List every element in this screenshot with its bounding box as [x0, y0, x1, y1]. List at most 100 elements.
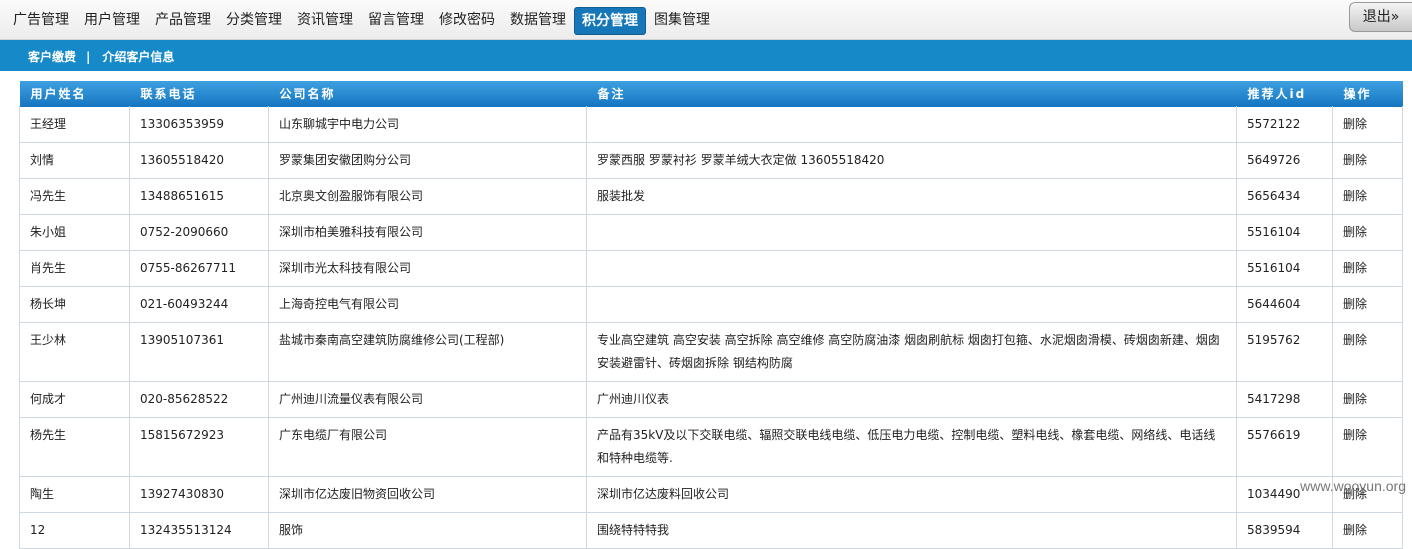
nav-item-change-password[interactable]: 修改密码	[432, 7, 502, 33]
cell-phone: 0755-86267711	[129, 250, 269, 287]
table-row: 杨长坤 021-60493244 上海奇控电气有限公司 5644604 删除	[19, 286, 1403, 323]
cell-note: 广州迪川仪表	[586, 381, 1237, 418]
cell-name: 肖先生	[19, 250, 130, 287]
cell-note: 产品有35kV及以下交联电缆、辐照交联电线电缆、低压电力电缆、控制电缆、塑料电线…	[586, 417, 1237, 477]
delete-link[interactable]: 删除	[1343, 117, 1367, 131]
delete-link[interactable]: 删除	[1343, 392, 1367, 406]
cell-note	[586, 214, 1237, 251]
delete-link[interactable]: 删除	[1343, 297, 1367, 311]
cell-name: 王少林	[19, 322, 130, 382]
nav-item-ads[interactable]: 广告管理	[6, 7, 76, 33]
cell-referrer: 5195762	[1236, 322, 1333, 382]
delete-link[interactable]: 删除	[1343, 189, 1367, 203]
delete-link[interactable]: 删除	[1343, 225, 1367, 239]
table-row: 朱小姐 0752-2090660 深圳市柏美雅科技有限公司 5516104 删除	[19, 214, 1403, 251]
nav-item-gallery[interactable]: 图集管理	[647, 7, 717, 33]
cell-note: 罗蒙西服 罗蒙衬衫 罗蒙羊绒大衣定做 13605518420	[586, 142, 1237, 179]
cell-referrer: 5576619	[1236, 417, 1333, 477]
table-row: 王经理 13306353959 山东聊城宇中电力公司 5572122 删除	[19, 106, 1403, 143]
cell-company: 北京奥文创盈服饰有限公司	[268, 178, 587, 215]
cell-note	[586, 250, 1237, 287]
cell-phone: 021-60493244	[129, 286, 269, 323]
cell-company: 深圳市光太科技有限公司	[268, 250, 587, 287]
cell-referrer: 5839594	[1236, 512, 1333, 549]
cell-action: 删除	[1332, 417, 1403, 477]
delete-link[interactable]: 删除	[1343, 523, 1367, 537]
cell-company: 罗蒙集团安徽团购分公司	[268, 142, 587, 179]
col-header-referrer: 推荐人id	[1236, 81, 1333, 107]
cell-name: 12	[19, 512, 130, 549]
logout-button[interactable]: 退出»	[1349, 2, 1412, 32]
nav-item-categories[interactable]: 分类管理	[219, 7, 289, 33]
cell-note	[586, 106, 1237, 143]
cell-referrer: 5572122	[1236, 106, 1333, 143]
cell-note: 服装批发	[586, 178, 1237, 215]
referral-customer-info-link[interactable]: 介绍客户信息	[102, 48, 174, 65]
cell-company: 广东电缆厂有限公司	[268, 417, 587, 477]
table-header-row: 用户姓名 联系电话 公司名称 备注 推荐人id 操作	[19, 81, 1403, 107]
cell-referrer: 5656434	[1236, 178, 1333, 215]
cell-action: 删除	[1332, 250, 1403, 287]
cell-name: 朱小姐	[19, 214, 130, 251]
main-nav: 广告管理 用户管理 产品管理 分类管理 资讯管理 留言管理 修改密码 数据管理 …	[6, 7, 718, 35]
cell-note: 围绕特特特我	[586, 512, 1237, 549]
col-header-phone: 联系电话	[129, 81, 269, 107]
col-header-company: 公司名称	[268, 81, 587, 107]
cell-note: 专业高空建筑 高空安装 高空拆除 高空维修 高空防腐油漆 烟囱刷航标 烟囱打包箍…	[586, 322, 1237, 382]
nav-item-users[interactable]: 用户管理	[77, 7, 147, 33]
table-row: 何成才 020-85628522 广州迪川流量仪表有限公司 广州迪川仪表 541…	[19, 381, 1403, 418]
cell-name: 何成才	[19, 381, 130, 418]
cell-action: 删除	[1332, 286, 1403, 323]
cell-action: 删除	[1332, 106, 1403, 143]
cell-action: 删除	[1332, 178, 1403, 215]
cell-company: 上海奇控电气有限公司	[268, 286, 587, 323]
customer-table: 用户姓名 联系电话 公司名称 备注 推荐人id 操作 王经理 133063539…	[19, 81, 1403, 549]
cell-phone: 0752-2090660	[129, 214, 269, 251]
cell-phone: 13488651615	[129, 178, 269, 215]
cell-company: 山东聊城宇中电力公司	[268, 106, 587, 143]
cell-phone: 13905107361	[129, 322, 269, 382]
cell-name: 杨先生	[19, 417, 130, 477]
top-nav-bar: 广告管理 用户管理 产品管理 分类管理 资讯管理 留言管理 修改密码 数据管理 …	[0, 0, 1412, 40]
cell-phone: 020-85628522	[129, 381, 269, 418]
sub-nav-bar: 客户缴费 | 介绍客户信息	[0, 40, 1412, 71]
table-row: 冯先生 13488651615 北京奥文创盈服饰有限公司 服装批发 565643…	[19, 178, 1403, 215]
customer-payment-link[interactable]: 客户缴费	[28, 48, 76, 65]
cell-company: 服饰	[268, 512, 587, 549]
table-row: 12 132435513124 服饰 围绕特特特我 5839594 删除	[19, 512, 1403, 549]
cell-name: 刘情	[19, 142, 130, 179]
cell-referrer: 5649726	[1236, 142, 1333, 179]
nav-item-messages[interactable]: 留言管理	[361, 7, 431, 33]
cell-name: 杨长坤	[19, 286, 130, 323]
table-row: 杨先生 15815672923 广东电缆厂有限公司 产品有35kV及以下交联电缆…	[19, 417, 1403, 477]
cell-name: 陶生	[19, 476, 130, 513]
watermark-text: www.wooyun.org	[1300, 478, 1406, 494]
delete-link[interactable]: 删除	[1343, 261, 1367, 275]
cell-phone: 15815672923	[129, 417, 269, 477]
cell-action: 删除	[1332, 214, 1403, 251]
nav-item-points[interactable]: 积分管理	[574, 7, 646, 35]
cell-company: 深圳市柏美雅科技有限公司	[268, 214, 587, 251]
cell-name: 王经理	[19, 106, 130, 143]
cell-phone: 13306353959	[129, 106, 269, 143]
nav-item-news[interactable]: 资讯管理	[290, 7, 360, 33]
table-row: 王少林 13905107361 盐城市秦南高空建筑防腐维修公司(工程部) 专业高…	[19, 322, 1403, 382]
cell-name: 冯先生	[19, 178, 130, 215]
delete-link[interactable]: 删除	[1343, 153, 1367, 167]
table-row: 刘情 13605518420 罗蒙集团安徽团购分公司 罗蒙西服 罗蒙衬衫 罗蒙羊…	[19, 142, 1403, 179]
cell-company: 深圳市亿达废旧物资回收公司	[268, 476, 587, 513]
cell-company: 广州迪川流量仪表有限公司	[268, 381, 587, 418]
table-row: 肖先生 0755-86267711 深圳市光太科技有限公司 5516104 删除	[19, 250, 1403, 287]
nav-item-products[interactable]: 产品管理	[148, 7, 218, 33]
delete-link[interactable]: 删除	[1343, 333, 1367, 347]
delete-link[interactable]: 删除	[1343, 428, 1367, 442]
col-header-name: 用户姓名	[19, 81, 130, 107]
table-row: 陶生 13927430830 深圳市亿达废旧物资回收公司 深圳市亿达废料回收公司…	[19, 476, 1403, 513]
cell-action: 删除	[1332, 381, 1403, 418]
col-header-action: 操作	[1332, 81, 1403, 107]
nav-item-data[interactable]: 数据管理	[503, 7, 573, 33]
cell-action: 删除	[1332, 512, 1403, 549]
cell-referrer: 5644604	[1236, 286, 1333, 323]
cell-company: 盐城市秦南高空建筑防腐维修公司(工程部)	[268, 322, 587, 382]
cell-action: 删除	[1332, 142, 1403, 179]
